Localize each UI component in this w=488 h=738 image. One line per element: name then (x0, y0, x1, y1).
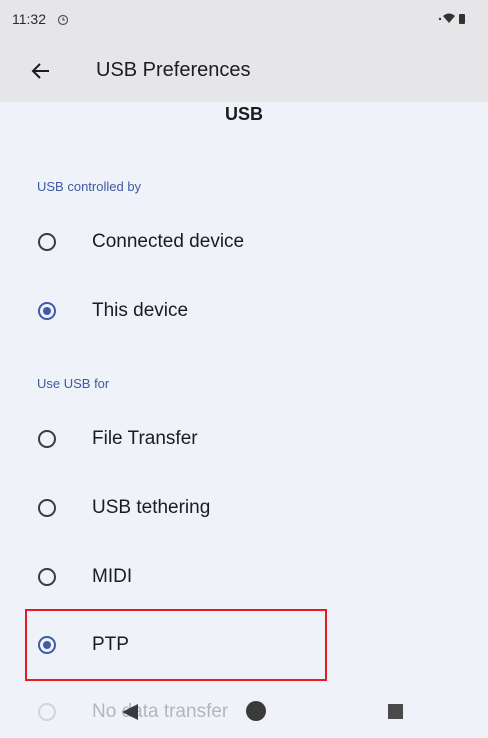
section-title-usb: USB (224, 104, 263, 124)
option-label: MIDI (92, 566, 133, 587)
dot-icon (438, 17, 442, 21)
radio-button-checked[interactable] (38, 302, 56, 320)
option-this-device[interactable]: This device (0, 281, 488, 341)
radio-button[interactable] (38, 568, 56, 586)
wifi-icon (443, 13, 455, 23)
nav-recents-icon[interactable] (388, 704, 403, 719)
clock-icon (57, 13, 69, 31)
status-icons (438, 12, 468, 31)
option-label: Connected device (92, 231, 245, 252)
option-connected-device[interactable]: Connected device (0, 212, 488, 272)
nav-home-icon[interactable] (246, 701, 266, 721)
option-midi[interactable]: MIDI (0, 547, 488, 607)
navigation-bar (0, 686, 488, 738)
page-title: USB Preferences (96, 59, 251, 81)
arrow-left-icon[interactable] (27, 57, 55, 85)
app-bar: USB Preferences (0, 40, 488, 102)
status-bar: 11:32 (0, 0, 488, 40)
option-label: This device (92, 300, 189, 321)
radio-button[interactable] (38, 430, 56, 448)
radio-button[interactable] (38, 233, 56, 251)
nav-back-icon[interactable] (120, 703, 140, 726)
highlight-box (25, 609, 327, 681)
section-header-controlled-by: USB controlled by (37, 179, 142, 194)
radio-button[interactable] (38, 499, 56, 517)
option-usb-tethering[interactable]: USB tethering (0, 478, 488, 538)
battery-icon (459, 14, 465, 24)
option-file-transfer[interactable]: File Transfer (0, 409, 488, 469)
section-header-use-usb-for: Use USB for (37, 376, 110, 391)
status-time: 11:32 (12, 11, 46, 27)
option-label: File Transfer (92, 428, 198, 449)
option-label: USB tethering (92, 497, 211, 518)
